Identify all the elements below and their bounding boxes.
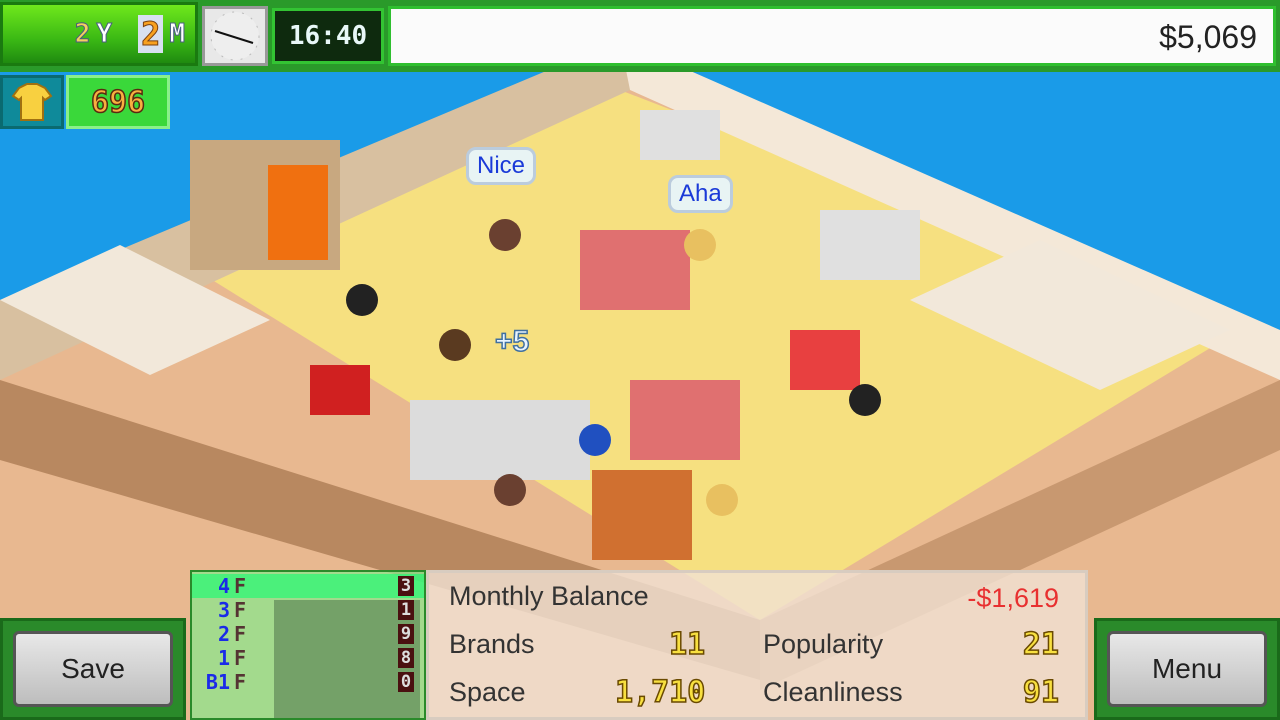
customer (706, 484, 738, 516)
popularity-label: Popularity (763, 629, 884, 659)
floor-suffix: F (234, 574, 247, 598)
floor-label: 4 (217, 574, 230, 598)
customer (489, 219, 521, 251)
customer (439, 329, 471, 361)
year-value: 2 (74, 19, 91, 50)
space-label: Space (449, 677, 526, 707)
month-value: 2 (138, 15, 164, 54)
cleanliness-value: 91 (1022, 674, 1060, 711)
floor-suffix: F (234, 622, 247, 646)
floor-count: 8 (398, 648, 414, 668)
floor-row-4f[interactable]: 4F 3 (192, 574, 424, 598)
floor-count: 0 (398, 672, 414, 692)
date-display: 2 Y 2 M (0, 2, 198, 66)
brands-value: 11 (668, 626, 706, 663)
door (268, 165, 328, 260)
customer (579, 424, 611, 456)
shirt-icon[interactable] (0, 75, 64, 129)
floor-suffix: F (234, 598, 247, 622)
fitting-booth (592, 470, 692, 560)
stats-panel: Monthly Balance -$1,619 Brands 11 Space … (426, 570, 1088, 720)
display-counter (580, 230, 690, 310)
speech-bubble: Aha (668, 175, 733, 213)
menu-button[interactable]: Menu (1107, 631, 1267, 707)
floor-row-1f[interactable]: 1F 8 (192, 646, 424, 670)
display-counter (630, 380, 740, 460)
clothes-rack (410, 400, 590, 480)
time-display: 16:40 (272, 8, 384, 64)
funds-display: $5,069 (388, 6, 1276, 66)
floor-label: 1 (217, 646, 230, 670)
save-button-frame: Save (0, 618, 186, 720)
cleanliness-label: Cleanliness (763, 677, 903, 707)
customer (346, 284, 378, 316)
resource-count: 696 (66, 75, 170, 129)
popularity-value: 21 (1022, 626, 1060, 663)
space-value: 1,710 (614, 674, 706, 711)
monthly-balance-value: -$1,619 (967, 583, 1059, 613)
floor-row-2f[interactable]: 2F 9 (192, 622, 424, 646)
floor-suffix: F (234, 646, 247, 670)
shelf (820, 210, 920, 280)
customer (684, 229, 716, 261)
monthly-balance-label: Monthly Balance (449, 581, 649, 611)
floor-count: 3 (398, 576, 414, 596)
floor-list: 4F3 3F1 2F9 1F8 B1 F 0 (190, 570, 426, 720)
floor-label: B1 (205, 670, 230, 694)
floor-count: 9 (398, 624, 414, 644)
floor-suffix: F (234, 670, 247, 694)
brands-label: Brands (449, 629, 535, 659)
bonus-popup: +5 (494, 324, 530, 359)
menu-button-frame: Menu (1094, 618, 1280, 720)
year-unit: Y (96, 19, 113, 50)
floor-count: 1 (398, 600, 414, 620)
floor-row-3f[interactable]: 3F 1 (192, 598, 424, 622)
floor-label: 2 (217, 622, 230, 646)
speech-bubble: Nice (466, 147, 537, 185)
shelf (640, 110, 720, 160)
customer (494, 474, 526, 506)
customer (849, 384, 881, 416)
floor-label: 3 (217, 598, 230, 622)
save-button[interactable]: Save (13, 631, 173, 707)
shelf (790, 330, 860, 390)
clock-icon (202, 6, 268, 66)
floor-row-b1f[interactable]: B1 F 0 (192, 670, 424, 694)
month-unit: M (169, 19, 186, 50)
clothes-rack (310, 365, 370, 415)
